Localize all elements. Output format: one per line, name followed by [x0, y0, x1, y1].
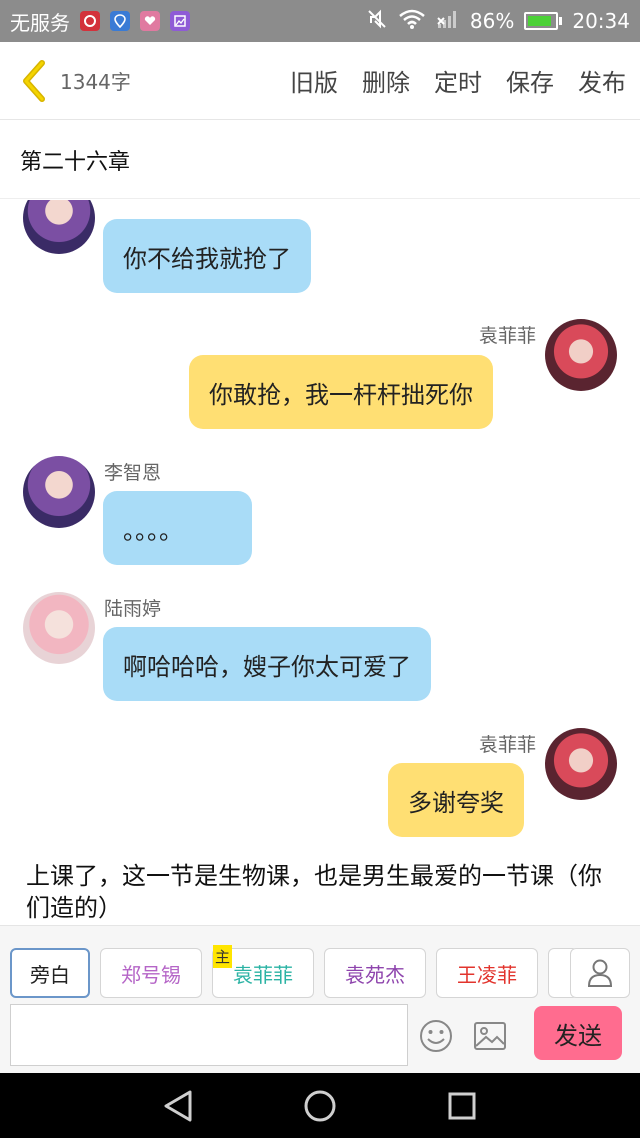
carrier-text: 无服务 — [10, 10, 70, 35]
toolbar-actions: 旧版 删除 定时 保存 发布 — [290, 63, 626, 98]
screen: 无服务 86% 20:34 1344字 旧版 删除 定时 保存 发布 第二十六章… — [0, 0, 640, 1138]
message-bubble[interactable]: 你敢抢，我一杆杆拙死你 — [189, 355, 493, 429]
recents-square-icon — [448, 1092, 476, 1120]
status-left: 无服务 — [10, 7, 190, 36]
gallery-icon — [170, 11, 190, 31]
person-icon — [587, 959, 613, 987]
speaker-name: 陆雨婷 — [104, 598, 162, 620]
clock: 20:34 — [572, 9, 630, 33]
message-bubble[interactable]: 。。。。 — [103, 491, 252, 565]
chip-label: 袁苑杰 — [345, 962, 405, 987]
compose-panel: 旁白 郑号锡 主 袁菲菲 袁苑杰 王凌菲 发送 — [0, 925, 640, 1073]
back-button[interactable] — [14, 56, 54, 106]
mute-icon — [366, 8, 388, 35]
avatar[interactable] — [23, 456, 95, 528]
save-button[interactable]: 保存 — [506, 63, 554, 98]
speaker-name: 袁菲菲 — [478, 734, 536, 756]
image-icon — [474, 1022, 506, 1050]
character-chip[interactable]: 郑号锡 — [100, 948, 202, 998]
avatar[interactable] — [545, 728, 617, 800]
netease-music-icon — [80, 11, 100, 31]
avatar[interactable] — [23, 200, 95, 254]
nav-home-button[interactable] — [302, 1088, 338, 1124]
battery-percent: 86% — [469, 9, 515, 33]
chip-label: 旁白 — [30, 962, 70, 987]
message-input[interactable] — [10, 1004, 408, 1066]
nav-back-button[interactable] — [160, 1088, 196, 1124]
avatar[interactable] — [23, 592, 95, 664]
home-circle-icon — [304, 1090, 336, 1122]
system-nav-bar — [0, 1073, 640, 1138]
speaker-name: 袁菲菲 — [478, 325, 536, 347]
photo-icon — [140, 11, 160, 31]
character-chip-main[interactable]: 主 袁菲菲 — [212, 945, 314, 998]
narration-text[interactable]: 上课了，这一节是生物课，也是男生最爱的一节课（你们造的） — [26, 860, 616, 924]
message-bubble[interactable]: 多谢夸奖 — [388, 763, 524, 837]
chip-label: 王凌菲 — [457, 962, 517, 987]
avatar[interactable] — [545, 319, 617, 391]
manage-characters-button[interactable] — [570, 948, 630, 998]
publish-button[interactable]: 发布 — [578, 63, 626, 98]
status-bar: 无服务 86% 20:34 — [0, 0, 640, 42]
nav-recents-button[interactable] — [444, 1088, 480, 1124]
delete-button[interactable]: 删除 — [362, 63, 410, 98]
editor-toolbar: 1344字 旧版 删除 定时 保存 发布 — [0, 42, 640, 120]
chevron-left-icon — [23, 59, 45, 102]
speaker-name: 李智恩 — [104, 462, 162, 484]
send-button[interactable]: 发送 — [534, 1006, 622, 1060]
no-signal-icon — [436, 8, 460, 35]
character-chip[interactable]: 王凌菲 — [436, 948, 538, 998]
old-version-button[interactable]: 旧版 — [290, 63, 338, 98]
character-chip-narrator[interactable]: 旁白 — [10, 948, 90, 998]
schedule-button[interactable]: 定时 — [434, 63, 482, 98]
insert-image-button[interactable] — [470, 1016, 510, 1056]
message-bubble[interactable]: 你不给我就抢了 — [103, 219, 311, 293]
chat-area[interactable]: 你不给我就抢了 袁菲菲 你敢抢，我一杆杆拙死你 李智恩 。。。。 陆雨婷 啊哈哈… — [0, 200, 640, 925]
chip-label: 袁菲菲 — [233, 962, 293, 987]
back-triangle-icon — [164, 1090, 192, 1122]
word-count: 1344字 — [60, 70, 131, 94]
message-bubble[interactable]: 啊哈哈哈，嫂子你太可爱了 — [103, 627, 431, 701]
emoji-button[interactable] — [416, 1016, 456, 1056]
location-icon — [110, 11, 130, 31]
status-right: 86% 20:34 — [366, 8, 630, 35]
main-character-badge: 主 — [213, 945, 233, 968]
wifi-icon — [398, 8, 426, 35]
smiley-icon — [420, 1020, 452, 1052]
character-chip[interactable]: 袁苑杰 — [324, 948, 426, 998]
chip-label: 郑号锡 — [121, 962, 181, 987]
battery-charging-icon — [524, 12, 563, 30]
chapter-title[interactable]: 第二十六章 — [0, 121, 640, 199]
